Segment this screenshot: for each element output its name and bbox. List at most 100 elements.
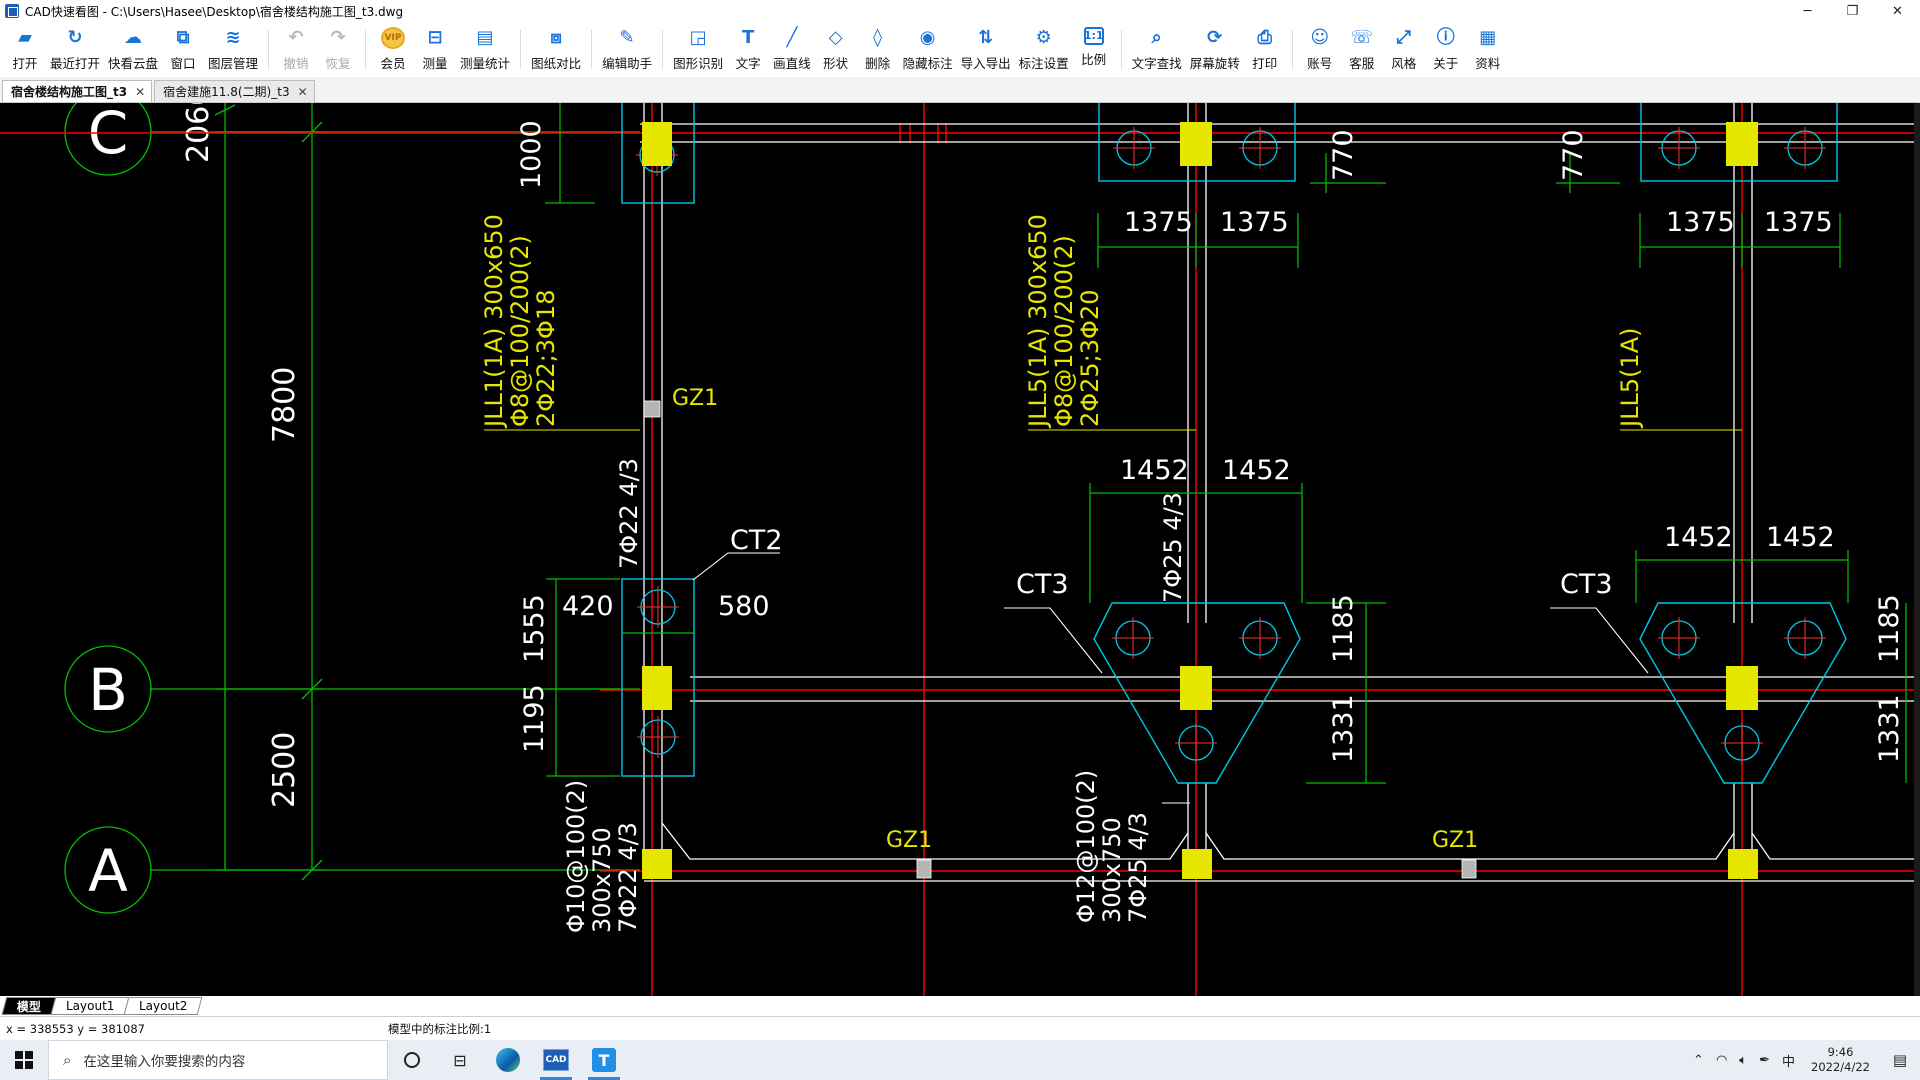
shape-recognition-icon: ◲ xyxy=(689,27,707,48)
account-button[interactable]: ☺ 账号 xyxy=(1299,22,1341,77)
notification-icon[interactable]: ▤ xyxy=(1880,1040,1920,1080)
support-button[interactable]: ☏ 客服 xyxy=(1341,22,1383,77)
cloud-button[interactable]: ☁ 快看云盘 xyxy=(104,22,162,77)
shape-button[interactable]: ◇ 形状 xyxy=(815,22,857,77)
gz1-label-a: GZ1 xyxy=(672,386,718,411)
toolbar-label: 比例 xyxy=(1081,52,1107,67)
clock[interactable]: 9:46 2022/4/22 xyxy=(1801,1045,1880,1075)
vip-button[interactable]: VIP 会员 xyxy=(372,22,414,77)
pen-icon[interactable]: ✒ xyxy=(1753,1053,1776,1068)
cad-taskbar-button[interactable]: CAD xyxy=(532,1040,580,1080)
dim-1375-d: 1375 xyxy=(1764,207,1833,238)
compare-button[interactable]: ⧈ 图纸对比 xyxy=(527,22,585,77)
jll5-line-3: 2Φ25;3Φ20 xyxy=(1076,290,1104,427)
layout-tab-label: Layout1 xyxy=(66,999,115,1013)
toolbar-label: 恢复 xyxy=(325,56,351,71)
beam-a-left-1: Φ10@100(2) xyxy=(562,780,590,933)
toolbar-separator xyxy=(1120,30,1122,69)
label-ct3-b: CT3 xyxy=(1560,569,1613,600)
eraser-button[interactable]: ◊ 删除 xyxy=(857,22,899,77)
text-search-button[interactable]: ⌕ 文字查找 xyxy=(1128,22,1186,77)
grid-label-b: B xyxy=(88,656,128,724)
measure-stats-button[interactable]: ▤ 测量统计 xyxy=(456,22,514,77)
label-ct2: CT2 xyxy=(730,525,783,556)
dim-770-a: 770 xyxy=(1328,129,1359,181)
jll1-line-3: 2Φ22;3Φ18 xyxy=(532,290,560,427)
layers-button[interactable]: ≋ 图层管理 xyxy=(204,22,262,77)
cortana-button[interactable] xyxy=(388,1040,436,1080)
annotation-settings-button[interactable]: ⚙ 标注设置 xyxy=(1015,22,1073,77)
dim-1452-d: 1452 xyxy=(1766,522,1835,553)
toolbar-separator xyxy=(662,30,664,69)
about-button[interactable]: ⓘ 关于 xyxy=(1425,22,1467,77)
search-placeholder: 在这里输入你要搜索的内容 xyxy=(83,1054,246,1070)
edit-assistant-icon: ✎ xyxy=(619,27,635,48)
toolbar-label: 图形识别 xyxy=(673,56,724,71)
maximize-button[interactable]: ❐ xyxy=(1830,0,1875,22)
canvas-scrollbar[interactable] xyxy=(1914,103,1920,996)
hide-annotation-button[interactable]: ◉ 隐藏标注 xyxy=(899,22,957,77)
drawing-canvas[interactable]: C B A 20600 7800 2500 1000 770 770 1375 … xyxy=(0,103,1920,996)
toolbar-label: 图纸对比 xyxy=(531,56,582,71)
toolbar-label: 最近打开 xyxy=(50,56,101,71)
toolbar-label: 打开 xyxy=(12,56,38,71)
dim-420: 420 xyxy=(562,591,614,622)
rotate-screen-button[interactable]: ⟳ 屏幕旋转 xyxy=(1186,22,1244,77)
dim-1452-a: 1452 xyxy=(1120,455,1189,486)
start-button[interactable] xyxy=(0,1040,48,1080)
toolbar-label: 会员 xyxy=(380,56,406,71)
close-tab-icon[interactable]: ✕ xyxy=(135,85,145,99)
beam-a-left-3: 7Φ22 4/3 xyxy=(614,822,642,933)
t-app-taskbar-button[interactable]: T xyxy=(580,1040,628,1080)
layout-tab-layout2[interactable]: Layout2 xyxy=(124,997,204,1015)
app-logo-icon xyxy=(5,4,19,18)
recent-button[interactable]: ↻ 最近打开 xyxy=(46,22,104,77)
ime-indicator[interactable]: 中 xyxy=(1776,1051,1801,1070)
measure-button[interactable]: ⊟ 测量 xyxy=(414,22,456,77)
close-window-button[interactable]: ✕ xyxy=(1875,0,1920,22)
network-icon[interactable]: ◠ xyxy=(1710,1053,1733,1068)
layout-tab-layout1[interactable]: Layout1 xyxy=(50,997,130,1015)
toolbar-label: 隐藏标注 xyxy=(902,56,953,71)
redo-button[interactable]: ↷ 恢复 xyxy=(317,22,359,77)
minimize-button[interactable]: ─ xyxy=(1785,0,1830,22)
edge-taskbar-button[interactable] xyxy=(484,1040,532,1080)
beam-a-mid-2: 300x750 xyxy=(1098,817,1126,923)
grid-bubble-labels: C B A xyxy=(88,103,129,905)
open-button[interactable]: ▰ 打开 xyxy=(4,22,46,77)
jll1-line-1: JLL1(1A) 300x650 xyxy=(480,214,508,429)
resources-button[interactable]: ▦ 资料 xyxy=(1467,22,1509,77)
search-icon: ⌕ xyxy=(63,1051,72,1069)
scale-button[interactable]: 1:1 比例 xyxy=(1073,22,1115,77)
close-tab-icon[interactable]: ✕ xyxy=(298,85,308,99)
doc-tab-architecture[interactable]: 宿舍建施11.8(二期)_t3 ✕ xyxy=(154,80,315,102)
task-view-button[interactable]: ⊟ xyxy=(436,1040,484,1080)
edit-assistant-button[interactable]: ✎ 编辑助手 xyxy=(598,22,656,77)
doc-tab-structure[interactable]: 宿舍楼结构施工图_t3 ✕ xyxy=(2,80,153,102)
dim-1331-a: 1331 xyxy=(1328,694,1359,763)
dim-1185-b: 1185 xyxy=(1874,594,1905,663)
jll5-line-1: JLL5(1A) 300x650 xyxy=(1024,214,1052,429)
beam-a-mid-3: 7Φ25 4/3 xyxy=(1124,812,1152,923)
import-export-button[interactable]: ⇅ 导入导出 xyxy=(957,22,1015,77)
doc-tab-label: 宿舍建施11.8(二期)_t3 xyxy=(163,85,290,99)
toolbar-label: 账号 xyxy=(1307,56,1333,71)
style-button[interactable]: ⤢ 风格 xyxy=(1383,22,1425,77)
layout-tab-model[interactable]: 模型 xyxy=(1,997,57,1015)
red-axes xyxy=(0,103,1914,996)
line-button[interactable]: ╱ 画直线 xyxy=(769,22,815,77)
print-button[interactable]: ⎙ 打印 xyxy=(1244,22,1286,77)
volume-icon[interactable]: 🔈︎ xyxy=(1733,1053,1753,1068)
undo-button[interactable]: ↶ 撤销 xyxy=(275,22,317,77)
text-button[interactable]: T 文字 xyxy=(727,22,769,77)
text-icon: T xyxy=(741,27,755,48)
chevron-up-icon[interactable]: ⌃ xyxy=(1687,1053,1710,1068)
line-icon: ╱ xyxy=(786,27,798,48)
taskbar-search[interactable]: ⌕ 在这里输入你要搜索的内容 xyxy=(48,1040,388,1080)
window-button[interactable]: ⧉ 窗口 xyxy=(162,22,204,77)
dim-1375-a: 1375 xyxy=(1124,207,1193,238)
redo-icon: ↷ xyxy=(330,27,346,48)
shape-recognition-button[interactable]: ◲ 图形识别 xyxy=(669,22,727,77)
measure-icon: ⊟ xyxy=(427,27,443,48)
window-icon: ⧉ xyxy=(176,27,190,48)
